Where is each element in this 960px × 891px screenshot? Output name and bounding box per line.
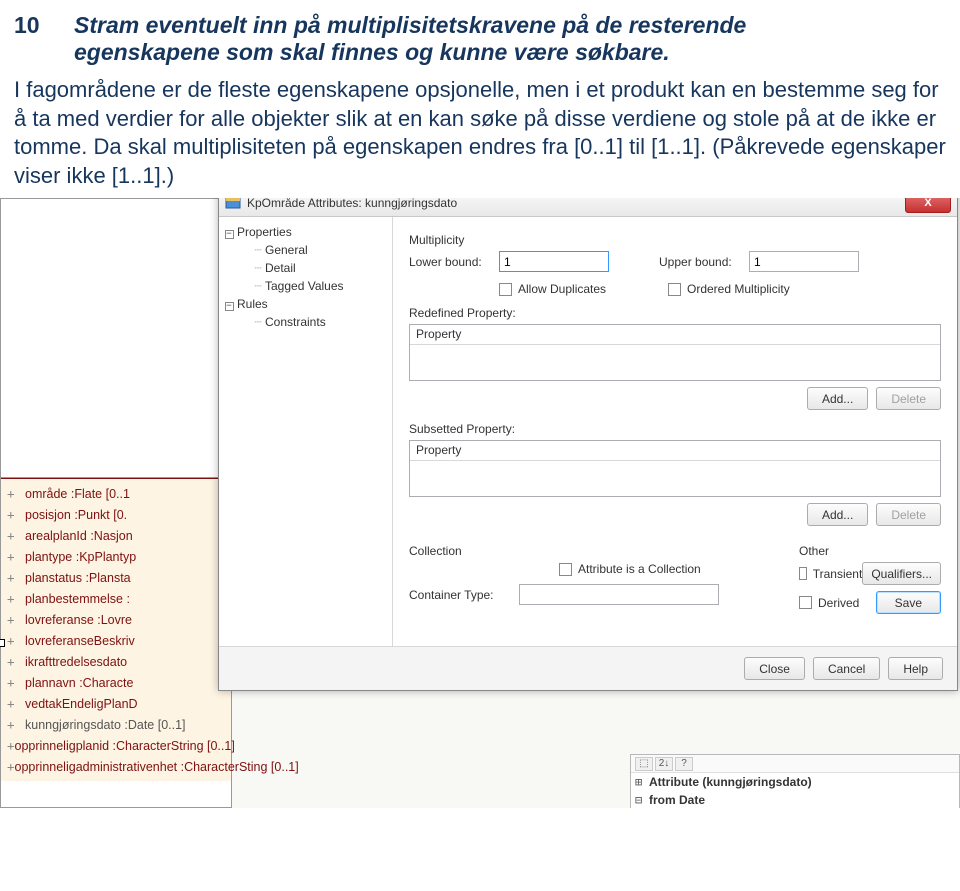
upper-bound-input[interactable] [749,251,859,272]
prop-help-icon[interactable]: ? [675,757,693,771]
close-icon: X [924,198,931,209]
is-collection-label: Attribute is a Collection [578,562,701,576]
dialog-footer: Close Cancel Help [219,646,957,690]
redefined-col-header: Property [410,325,940,345]
expand-icon[interactable]: ⊞ [635,775,649,789]
resize-handle[interactable] [0,639,5,647]
paragraph: I fagområdene er de fleste egenskapene o… [14,76,946,190]
class-attributes-panel: +område :Flate [0..1 +posisjon :Punkt [0… [0,198,232,808]
attr-row[interactable]: +planbestemmelse : [7,588,225,609]
heading-number: 10 [14,12,74,66]
lower-bound-input[interactable] [499,251,609,272]
prop-cat-icon[interactable]: 2↓ [655,757,673,771]
transient-checkbox[interactable] [799,567,807,580]
ordered-label: Ordered Multiplicity [687,282,790,296]
attr-row[interactable]: +opprinneligplanid :CharacterString [0..… [7,735,225,756]
dialog-icon [225,198,241,211]
redefined-list[interactable]: Property [409,324,941,381]
attr-row[interactable]: +planstatus :Plansta [7,567,225,588]
app-area: +område :Flate [0..1 +posisjon :Punkt [0… [0,198,960,808]
attr-row[interactable]: +vedtakEndeligPlanD [7,693,225,714]
attr-row[interactable]: +lovreferanseBeskriv [7,630,225,651]
attr-row[interactable]: +posisjon :Punkt [0. [7,504,225,525]
dialog-content: Multiplicity Lower bound: Upper bound: A… [393,217,957,646]
dialog-nav-tree[interactable]: −Properties ┈General ┈Detail ┈Tagged Val… [219,217,393,646]
tree-detail[interactable]: ┈Detail [223,259,388,277]
attr-row[interactable]: +ikrafttredelsesdato [7,651,225,672]
close-dialog-button[interactable]: Close [744,657,805,680]
qualifiers-button[interactable]: Qualifiers... [862,562,941,585]
container-type-input[interactable] [519,584,719,605]
cancel-button[interactable]: Cancel [813,657,880,680]
attr-row-selected[interactable]: +kunngjøringsdato :Date [0..1] [7,714,225,735]
subsetted-col-header: Property [410,441,940,461]
allow-duplicates-label: Allow Duplicates [518,282,668,296]
attr-row[interactable]: +lovreferanse :Lovre [7,609,225,630]
close-button[interactable]: X [905,198,951,213]
allow-duplicates-checkbox[interactable] [499,283,512,296]
attr-row[interactable]: +opprinneligadministrativenhet :Characte… [7,756,225,777]
heading-body: Stram eventuelt inn på multiplisitetskra… [74,12,746,66]
attr-row[interactable]: +område :Flate [0..1 [7,483,225,504]
transient-label: Transient [813,567,863,581]
attr-row[interactable]: +plantype :KpPlantyp [7,546,225,567]
is-collection-checkbox[interactable] [559,563,572,576]
tree-rules[interactable]: −Rules [223,295,388,313]
panel-top-spacer [1,199,231,478]
prop-attribute-row[interactable]: ⊞ Attribute (kunngjøringsdato) [631,773,959,791]
derived-label: Derived [818,596,876,610]
prop-fromdate-row[interactable]: ⊟ from Date [631,791,959,808]
tree-constraints[interactable]: ┈Constraints [223,313,388,331]
upper-bound-label: Upper bound: [659,255,749,269]
tree-tagged-values[interactable]: ┈Tagged Values [223,277,388,295]
save-button[interactable]: Save [876,591,941,614]
dialog-title: KpOmråde Attributes: kunngjøringsdato [247,198,905,210]
redefined-delete-button[interactable]: Delete [876,387,941,410]
container-type-label: Container Type: [409,588,519,602]
derived-checkbox[interactable] [799,596,812,609]
properties-panel[interactable]: ⬚ 2↓ ? ⊞ Attribute (kunngjøringsdato) ⊟ … [630,754,960,808]
attribute-list[interactable]: +område :Flate [0..1 +posisjon :Punkt [0… [1,478,231,781]
dialog-titlebar[interactable]: KpOmråde Attributes: kunngjøringsdato X [219,198,957,217]
properties-toolbar: ⬚ 2↓ ? [631,755,959,773]
ordered-checkbox[interactable] [668,283,681,296]
subsetted-add-button[interactable]: Add... [807,503,868,526]
attr-row[interactable]: +plannavn :Characte [7,672,225,693]
multiplicity-label: Multiplicity [409,233,941,247]
subsetted-list[interactable]: Property [409,440,941,497]
document-text: 10 Stram eventuelt inn på multiplisitets… [0,0,960,198]
lower-bound-label: Lower bound: [409,255,499,269]
attributes-dialog: KpOmråde Attributes: kunngjøringsdato X … [218,198,958,691]
help-button[interactable]: Help [888,657,943,680]
attr-row[interactable]: +arealplanId :Nasjon [7,525,225,546]
heading: 10 Stram eventuelt inn på multiplisitets… [14,12,946,66]
other-label: Other [799,544,941,558]
prop-sort-icon[interactable]: ⬚ [635,757,653,771]
redefined-add-button[interactable]: Add... [807,387,868,410]
tree-properties[interactable]: −Properties [223,223,388,241]
redefined-label: Redefined Property: [409,306,941,320]
subsetted-label: Subsetted Property: [409,422,941,436]
subsetted-delete-button[interactable]: Delete [876,503,941,526]
tree-general[interactable]: ┈General [223,241,388,259]
collapse-icon[interactable]: ⊟ [635,793,649,807]
collection-label: Collection [409,544,781,558]
